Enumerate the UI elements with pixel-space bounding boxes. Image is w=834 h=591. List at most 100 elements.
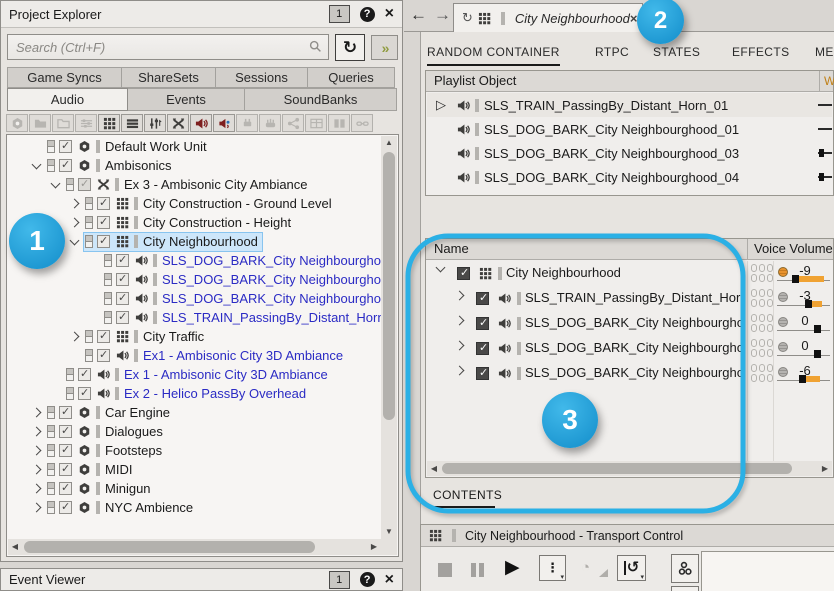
name-column-header[interactable]: Name — [434, 241, 469, 256]
game-syncs-button[interactable] — [671, 554, 699, 583]
transport-options-button[interactable]: ⋮▾ — [539, 555, 566, 581]
tree-item-line[interactable]: Dialogues — [46, 423, 167, 441]
nav-back-icon[interactable]: ← — [410, 5, 427, 25]
include-checkbox[interactable] — [97, 330, 110, 343]
state-pill[interactable] — [767, 314, 773, 322]
include-checkbox[interactable] — [476, 367, 489, 380]
state-pill[interactable] — [767, 324, 773, 332]
list-toolbar-button[interactable] — [121, 114, 143, 132]
tree-item-line[interactable]: SLS_DOG_BARK_City Neighbourghood_03 — [103, 271, 381, 289]
state-pill[interactable] — [751, 374, 757, 382]
collapse-icon[interactable] — [65, 240, 84, 244]
scroll-up-arrow[interactable]: ▲ — [381, 136, 397, 150]
play-button[interactable]: ▶ — [505, 556, 520, 579]
tree-item[interactable]: NYC Ambience — [8, 498, 381, 517]
nav-forward-icon[interactable]: → — [434, 5, 451, 25]
scroll-right-arrow[interactable]: ▶ — [367, 539, 381, 555]
state-pill[interactable] — [751, 299, 757, 307]
playlist-row[interactable]: SLS_DOG_BARK_City Neighbourghood_04 — [427, 165, 832, 189]
include-checkbox[interactable] — [78, 368, 91, 381]
collapse-icon[interactable] — [27, 164, 46, 168]
tab-queries[interactable]: Queries — [307, 67, 395, 88]
display-mode-icon[interactable] — [47, 463, 55, 476]
include-checkbox[interactable] — [59, 159, 72, 172]
playlist-row[interactable]: ▷SLS_TRAIN_PassingBy_Distant_Horn_01 — [427, 93, 832, 117]
display-mode-icon[interactable] — [47, 482, 55, 495]
include-checkbox[interactable] — [97, 197, 110, 210]
tree-item-line[interactable]: Ex 1 - Ambisonic City 3D Ambiance — [65, 366, 332, 384]
include-checkbox[interactable] — [116, 292, 129, 305]
include-checkbox[interactable] — [59, 444, 72, 457]
search-input[interactable] — [7, 34, 329, 60]
tree-item[interactable]: Ex 3 - Ambisonic City Ambiance — [8, 175, 381, 194]
tree-item[interactable]: SLS_DOG_BARK_City Neighbourghood_04 — [8, 289, 381, 308]
expand-icon[interactable] — [65, 200, 84, 207]
state-pill[interactable] — [767, 274, 773, 282]
state-pill[interactable] — [751, 274, 757, 282]
display-mode-icon[interactable] — [47, 159, 55, 172]
state-pill[interactable] — [759, 324, 765, 332]
hand-toolbar-button[interactable] — [259, 114, 281, 132]
display-mode-icon[interactable] — [47, 425, 55, 438]
volume-slider-track[interactable] — [777, 330, 830, 331]
tree-item[interactable]: City Neighbourhood — [8, 232, 381, 251]
tree-item-line[interactable]: SLS_TRAIN_PassingBy_Distant_Horn_01 — [103, 309, 381, 327]
tree-item-line[interactable]: MIDI — [46, 461, 136, 479]
contents-row[interactable]: City Neighbourhood-9 — [427, 261, 832, 286]
state-pill[interactable] — [751, 289, 757, 297]
sliders-toolbar-button[interactable] — [75, 114, 97, 132]
tree-item-line[interactable]: Ex1 - Ambisonic City 3D Ambiance — [84, 347, 347, 365]
fader-toolbar-button[interactable] — [144, 114, 166, 132]
plug-toolbar-button[interactable] — [236, 114, 258, 132]
state-pill[interactable] — [767, 299, 773, 307]
collapse-icon[interactable] — [431, 267, 450, 271]
crossfade-toolbar-button[interactable] — [167, 114, 189, 132]
state-pill[interactable] — [751, 364, 757, 372]
display-mode-icon[interactable] — [47, 140, 55, 153]
state-pill[interactable] — [759, 289, 765, 297]
tab-effects[interactable]: EFFECTS — [732, 45, 789, 59]
include-checkbox[interactable] — [97, 216, 110, 229]
column-divider[interactable] — [819, 71, 820, 91]
folder-toolbar-button[interactable] — [29, 114, 51, 132]
tree-item-line[interactable]: City Construction - Height — [84, 214, 295, 232]
include-checkbox[interactable] — [78, 178, 91, 191]
tree-item-line[interactable]: NYC Ambience — [46, 499, 197, 517]
volume-slider-track[interactable] — [777, 305, 830, 306]
voice-volume-column-header[interactable]: Voice Volume — [754, 241, 833, 256]
expand-icon[interactable] — [27, 504, 46, 511]
tab-game-syncs[interactable]: Game Syncs — [7, 67, 122, 88]
include-checkbox[interactable] — [116, 254, 129, 267]
state-pill[interactable] — [751, 314, 757, 322]
tree-item[interactable]: Car Engine — [8, 403, 381, 422]
tree-item[interactable]: Minigun — [8, 479, 381, 498]
playlist-row[interactable]: SLS_DOG_BARK_City Neighbourghood_01 — [427, 117, 832, 141]
playing-icon[interactable]: ▷ — [427, 97, 457, 113]
tree-item[interactable]: Dialogues — [8, 422, 381, 441]
tree-item[interactable]: Ex 1 - Ambisonic City 3D Ambiance — [8, 365, 381, 384]
display-mode-icon[interactable] — [85, 216, 93, 229]
volume-slider-thumb[interactable] — [814, 350, 821, 358]
columns-toolbar-button[interactable] — [328, 114, 350, 132]
voice-toolbar-button[interactable] — [213, 114, 235, 132]
state-pill[interactable] — [759, 339, 765, 347]
expand-search-button[interactable]: » — [371, 35, 398, 60]
share-toolbar-button[interactable] — [282, 114, 304, 132]
include-checkbox[interactable] — [476, 317, 489, 330]
help-icon[interactable]: ? — [360, 572, 375, 587]
horizontal-scroll-thumb[interactable] — [24, 541, 315, 553]
tab-audio[interactable]: Audio — [7, 88, 128, 111]
include-checkbox[interactable] — [59, 463, 72, 476]
display-mode-icon[interactable] — [66, 178, 74, 191]
state-pill[interactable] — [751, 264, 757, 272]
collapse-icon[interactable] — [46, 183, 65, 187]
tab-sharesets[interactable]: ShareSets — [121, 67, 216, 88]
vertical-scrollbar[interactable]: ▲ ▼ — [381, 136, 397, 539]
scroll-left-arrow[interactable]: ◀ — [8, 539, 22, 555]
tree-item[interactable]: Ex1 - Ambisonic City 3D Ambiance — [8, 346, 381, 365]
weight-slider-track[interactable] — [818, 128, 832, 130]
vertical-scroll-thumb[interactable] — [383, 152, 395, 420]
display-mode-icon[interactable] — [104, 292, 112, 305]
refresh-button[interactable]: ↻ — [335, 34, 365, 61]
playlist-column-header[interactable]: Playlist Object — [434, 73, 516, 88]
